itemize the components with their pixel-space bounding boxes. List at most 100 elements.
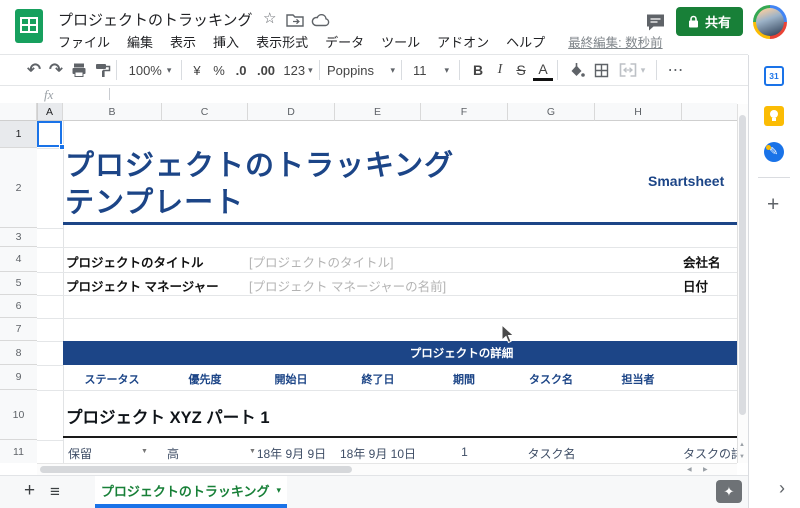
date-label[interactable]: 日付 [683, 276, 708, 295]
cell-priority[interactable]: 高 [167, 445, 179, 462]
sheet-big-title-line1[interactable]: プロジェクトのトラッキング [65, 142, 454, 184]
cell-status[interactable]: 保留 [68, 445, 92, 462]
row-header-1[interactable]: 1 [0, 121, 37, 148]
menu-addons[interactable]: アドオン [437, 30, 489, 53]
row-header-10[interactable]: 10 [0, 390, 37, 440]
scroll-left-icon[interactable]: ◀ [687, 466, 692, 473]
details-banner-label: プロジェクトの詳細 [409, 348, 514, 360]
row-header-11[interactable]: 11 [0, 440, 37, 463]
column-header-partial[interactable] [682, 103, 737, 121]
row-header-8[interactable]: 8 [0, 341, 37, 365]
toolbar-more-button[interactable]: ⋯ [664, 55, 688, 85]
section-title[interactable]: プロジェクト XYZ パート 1 [66, 404, 270, 428]
project-manager-label[interactable]: プロジェクト マネージャー [66, 276, 219, 295]
column-header-F[interactable]: F [421, 103, 508, 121]
cell-duration[interactable]: 1 [421, 445, 508, 459]
menu-edit[interactable]: 編集 [127, 30, 153, 53]
tasks-icon[interactable]: ✎ [764, 142, 784, 162]
cell-start-date[interactable]: 18年 9月 9日 [248, 445, 335, 462]
document-title[interactable]: プロジェクトのトラッキング [58, 9, 253, 30]
col-label-status[interactable]: ステータス [67, 371, 157, 387]
formula-input[interactable] [112, 86, 732, 102]
cell-task-details[interactable]: タスクの詳細 [683, 445, 737, 462]
project-manager-placeholder[interactable]: [プロジェクト マネージャーの名前] [249, 276, 446, 295]
format-percent-button[interactable]: % [210, 55, 228, 85]
comment-icon[interactable] [645, 13, 666, 37]
menu-file[interactable]: ファイル [58, 30, 110, 53]
column-header-H[interactable]: H [595, 103, 682, 121]
cell-task-name[interactable]: タスク名 [508, 445, 595, 462]
decrease-decimal-button[interactable]: .0 [231, 55, 251, 85]
print-button[interactable] [69, 55, 89, 85]
font-size-control[interactable]: 11 ▾ [409, 55, 453, 85]
row-header-2[interactable]: 2 [0, 148, 37, 228]
company-name-label[interactable]: 会社名 [683, 252, 721, 271]
avatar[interactable] [753, 5, 787, 39]
col-label-task[interactable]: タスク名 [506, 371, 596, 387]
bold-button[interactable]: B [468, 55, 488, 85]
scroll-up-icon[interactable]: ▲ [739, 442, 745, 448]
undo-button[interactable]: ↶ [24, 55, 44, 85]
col-label-duration[interactable]: 期間 [419, 371, 509, 387]
keep-icon[interactable] [764, 106, 784, 126]
horizontal-scrollbar-thumb[interactable] [40, 466, 352, 473]
project-title-label[interactable]: プロジェクトのタイトル [66, 252, 204, 271]
menu-insert[interactable]: 挿入 [213, 30, 239, 53]
menu-help[interactable]: ヘルプ [506, 30, 545, 53]
project-title-placeholder[interactable]: [プロジェクトのタイトル] [249, 252, 393, 271]
col-label-start[interactable]: 開始日 [246, 371, 336, 387]
paint-format-button[interactable] [93, 55, 113, 85]
row-header-5[interactable]: 5 [0, 272, 37, 295]
sheets-logo-icon[interactable] [15, 9, 43, 48]
borders-button[interactable] [590, 55, 612, 85]
row-header-7[interactable]: 7 [0, 318, 37, 341]
all-sheets-button[interactable]: ≡ [50, 482, 60, 502]
zoom-control[interactable]: 100% ▾ [124, 55, 176, 85]
column-header-C[interactable]: C [162, 103, 248, 121]
get-addons-button[interactable]: + [767, 193, 779, 217]
scroll-right-icon[interactable]: ▶ [703, 466, 708, 473]
menu-format[interactable]: 表示形式 [256, 30, 308, 53]
fill-color-button[interactable] [565, 55, 587, 85]
calendar-icon[interactable]: 31 [764, 66, 784, 86]
explore-button[interactable]: ✦ [716, 480, 742, 503]
col-label-priority[interactable]: 優先度 [160, 371, 250, 387]
sheet-canvas[interactable]: プロジェクトのトラッキング テンプレート Smartsheet プロジェクトのタ… [37, 121, 737, 463]
column-header-D[interactable]: D [248, 103, 335, 121]
cell-end-date[interactable]: 18年 9月 10日 [335, 445, 421, 462]
row-header-6[interactable]: 6 [0, 295, 37, 318]
cell-dropdown-icon[interactable]: ▼ [141, 448, 148, 455]
increase-decimal-button[interactable]: .00 [254, 55, 278, 85]
menu-data[interactable]: データ [325, 30, 364, 53]
row-header-4[interactable]: 4 [0, 247, 37, 272]
col-label-assignee[interactable]: 担当者 [593, 371, 683, 387]
brand-label[interactable]: Smartsheet [648, 173, 724, 189]
number-format-button[interactable]: 123 ▾ [281, 55, 315, 85]
active-sheet-tab[interactable]: プロジェクトのトラッキング ▾ [95, 476, 287, 504]
text-color-button[interactable]: A [533, 59, 553, 81]
collapse-panel-chevron[interactable]: › [779, 478, 785, 499]
vertical-scrollbar-thumb[interactable] [739, 115, 746, 415]
menu-tools[interactable]: ツール [381, 30, 420, 53]
row-header-9[interactable]: 9 [0, 365, 37, 390]
italic-button[interactable]: I [490, 55, 510, 85]
details-banner-label-box: プロジェクトの詳細 [63, 341, 737, 365]
col-label-end[interactable]: 終了日 [333, 371, 423, 387]
column-header-B[interactable]: B [63, 103, 162, 121]
row-header-3[interactable]: 3 [0, 228, 37, 247]
star-icon[interactable]: ☆ [263, 9, 276, 27]
column-header-G[interactable]: G [508, 103, 595, 121]
strikethrough-button[interactable]: S [511, 55, 531, 85]
grid-corner[interactable] [0, 103, 37, 121]
merge-cells-button: ▾ [615, 55, 649, 85]
add-sheet-button[interactable]: + [24, 480, 35, 502]
scroll-down-icon[interactable]: ▼ [739, 454, 745, 460]
font-name-control[interactable]: Poppins ▾ [327, 55, 395, 85]
redo-button[interactable]: ↷ [46, 55, 66, 85]
menu-view[interactable]: 表示 [170, 30, 196, 53]
sheet-big-title-line2[interactable]: テンプレート [65, 179, 244, 221]
column-header-E[interactable]: E [335, 103, 421, 121]
column-header-A[interactable]: A [37, 103, 63, 121]
format-currency-button[interactable]: ¥ [188, 55, 206, 85]
share-button[interactable]: 共有 [676, 7, 743, 36]
